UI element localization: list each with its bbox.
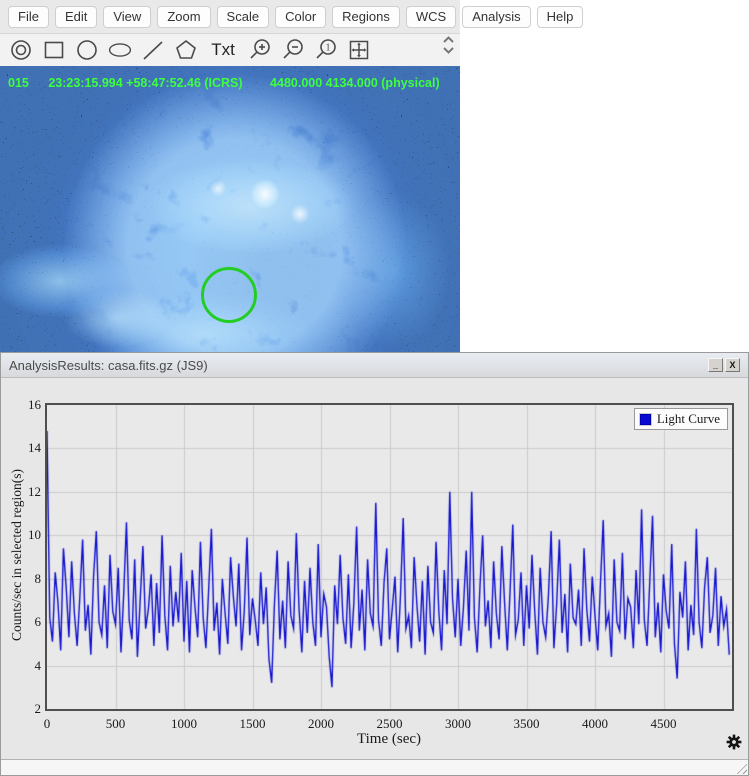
physical-coordinates: 4480.000 4134.000 (physical) <box>270 76 440 90</box>
x-tick-label: 2000 <box>308 716 334 731</box>
legend-label: Light Curve <box>656 411 720 426</box>
x-axis-label: Time (sec) <box>356 731 422 747</box>
menu-scale[interactable]: Scale <box>216 5 270 28</box>
x-tick-label: 1000 <box>171 716 197 731</box>
menubar: File Edit View Zoom Scale Color Regions WCS Anal… <box>0 0 584 34</box>
light-curve-plot: Counts/sec in selected region(s) Light C… <box>1 378 748 758</box>
y-tick-label: 16 <box>28 397 41 412</box>
toolbar-scroll <box>443 36 454 54</box>
menu-analysis[interactable]: Analysis <box>462 5 531 28</box>
y-tick-label: 4 <box>34 657 42 673</box>
zoom-in-icon[interactable] <box>247 37 273 63</box>
y-tick-label: 14 <box>28 440 41 456</box>
zoom-one-icon[interactable]: 1 <box>313 37 339 63</box>
pan-icon[interactable] <box>346 37 372 63</box>
text-region-icon[interactable]: Txt <box>206 37 240 63</box>
menu-regions[interactable]: Regions <box>332 5 400 28</box>
legend-swatch-icon <box>638 412 652 426</box>
y-tick-label: 12 <box>28 483 41 499</box>
scroll-up-icon[interactable] <box>443 36 454 43</box>
menu-color[interactable]: Color <box>275 5 327 28</box>
pixel-value: 015 <box>8 76 29 90</box>
light-curve-canvas <box>47 405 732 709</box>
dialog-footer <box>1 759 748 775</box>
circle-region[interactable] <box>201 267 257 323</box>
polygon-region-icon[interactable] <box>173 37 199 63</box>
minimize-button[interactable]: _ <box>708 358 723 372</box>
x-tick-label: 0 <box>43 716 51 731</box>
zoom-out-icon[interactable] <box>280 37 306 63</box>
x-tick-label: 4500 <box>650 716 677 731</box>
y-tick-label: 10 <box>28 527 41 543</box>
plot-settings-gear-icon[interactable] <box>726 734 742 750</box>
annulus-region-icon[interactable] <box>8 37 34 63</box>
y-tick-label: 6 <box>34 614 42 630</box>
dialog-title: AnalysisResults: casa.fits.gz (JS9) <box>9 357 208 373</box>
svg-text:1: 1 <box>326 43 331 54</box>
y-tick-label: 2 <box>34 701 42 716</box>
line-region-icon[interactable] <box>140 37 166 63</box>
x-tick-label: 2500 <box>376 716 403 731</box>
menu-help[interactable]: Help <box>536 5 584 28</box>
legend: Light Curve <box>633 408 728 430</box>
menu-zoom[interactable]: Zoom <box>157 5 211 28</box>
menu-file[interactable]: File <box>8 5 49 28</box>
y-tick-label: 8 <box>34 570 42 586</box>
scroll-down-icon[interactable] <box>443 47 454 54</box>
x-tick-label: 3500 <box>513 716 540 731</box>
toolbar: Txt 1 <box>0 34 460 66</box>
x-tick-label: 4000 <box>582 716 608 731</box>
box-region-icon[interactable] <box>41 37 67 63</box>
resize-grip-icon[interactable] <box>734 761 747 774</box>
analysis-results-dialog: AnalysisResults: casa.fits.gz (JS9) _ X … <box>0 352 749 776</box>
x-tick-label: 1500 <box>239 716 266 731</box>
menu-edit[interactable]: Edit <box>54 5 98 28</box>
plot-area: Light Curve <box>45 403 734 711</box>
menu-view[interactable]: View <box>103 5 152 28</box>
image-display[interactable]: 015 23:23:15.994 +58:47:52.46 (ICRS) 448… <box>0 66 460 352</box>
wcs-coordinates: 23:23:15.994 +58:47:52.46 (ICRS) <box>48 76 243 90</box>
circle-region-icon[interactable] <box>74 37 100 63</box>
menu-wcs[interactable]: WCS <box>405 5 457 28</box>
dialog-titlebar[interactable]: AnalysisResults: casa.fits.gz (JS9) _ X <box>1 353 748 378</box>
ellipse-region-icon[interactable] <box>107 37 133 63</box>
close-button[interactable]: X <box>725 358 740 372</box>
x-tick-label: 500 <box>105 716 126 731</box>
x-tick-label: 3000 <box>445 716 471 731</box>
value-display: 015 23:23:15.994 +58:47:52.46 (ICRS) 448… <box>8 76 440 90</box>
js9-app: File Edit View Zoom Scale Color Regions WCS Anal… <box>0 0 749 776</box>
